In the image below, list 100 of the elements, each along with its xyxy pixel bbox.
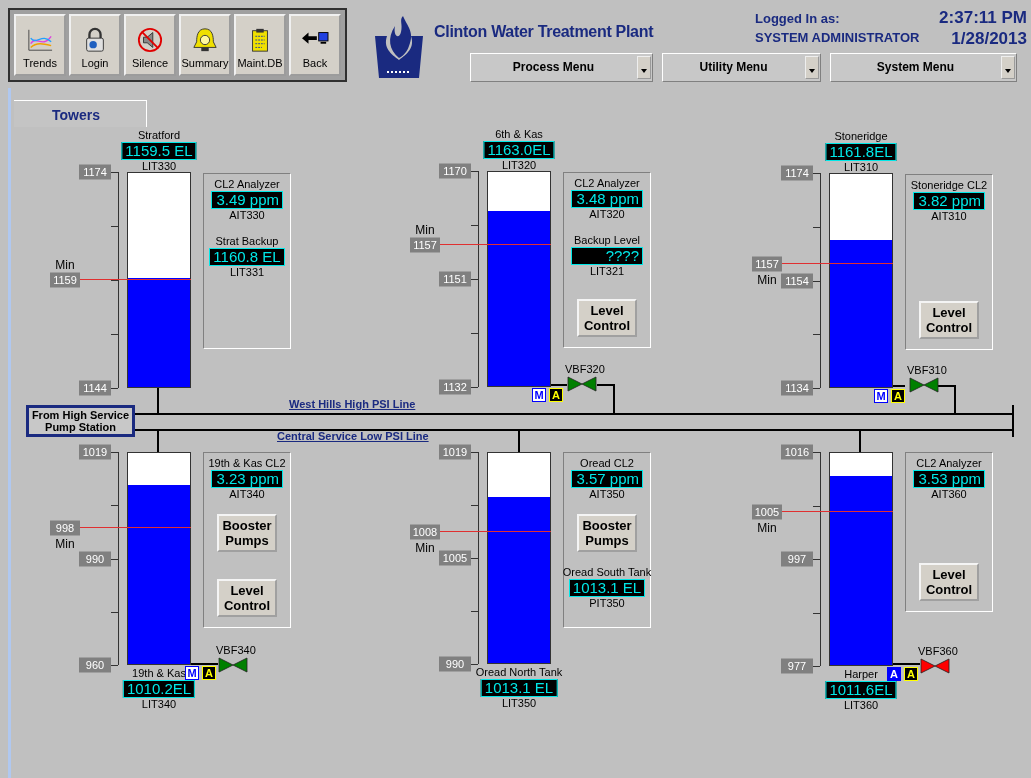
valve-icon[interactable] [920, 658, 950, 674]
tower-name: Stoneridge [834, 130, 888, 143]
level-reading: 1163.0EL [483, 141, 555, 159]
level-reading: 1010.2EL [122, 680, 196, 698]
minimum-label: Min [414, 541, 436, 556]
minimum-value: 1008 [410, 524, 440, 540]
tag-label: LIT350 [501, 697, 537, 709]
analyzer-reading: 3.82 ppm [913, 192, 985, 210]
level-reading: 1013.1 EL [480, 679, 558, 697]
tower-name: Harper [844, 668, 878, 681]
tag-label: LIT310 [843, 161, 879, 173]
tag-label: LIT330 [141, 160, 177, 172]
tower-name: 19th & Kas [132, 667, 186, 680]
pipeline-link[interactable]: Central Service Low PSI Line [277, 430, 429, 442]
tag-label: AIT310 [931, 210, 967, 222]
scale-label: 1154 [781, 273, 813, 288]
control-button[interactable]: Level Control [919, 563, 979, 601]
control-button[interactable]: Booster Pumps [577, 514, 637, 552]
minimum-label: Min [54, 536, 76, 551]
analyzer-reading: 3.49 ppm [211, 191, 283, 209]
tag-label: PIT350 [589, 597, 625, 609]
scale-label: 1174 [781, 165, 813, 181]
scale-label: 1134 [781, 380, 813, 396]
pipeline-link[interactable]: West Hills High PSI Line [289, 398, 416, 410]
toolbar-button[interactable]: Trends [14, 14, 66, 76]
tag-label: AIT330 [229, 209, 265, 221]
tag-label: LIT340 [141, 698, 177, 710]
scale-label: 1019 [79, 444, 111, 460]
mode-indicator: M [532, 388, 546, 402]
caret-icon [805, 56, 819, 79]
analyzer-reading: 3.57 ppm [571, 470, 643, 488]
toolbar-button[interactable]: Back [289, 14, 341, 76]
user-name: SYSTEM ADMINISTRATOR [755, 30, 920, 45]
trend-chart-icon [25, 27, 55, 53]
menu-dropdown[interactable]: Utility Menu [662, 53, 821, 82]
analyzer-label: Stoneridge CL2 [910, 179, 988, 192]
control-button[interactable]: Level Control [577, 299, 637, 337]
tag-label: AIT360 [931, 488, 967, 500]
analyzer-label: CL2 Analyzer [574, 177, 640, 190]
minimum-value: 1157 [752, 256, 782, 272]
valve-tag: VBF360 [918, 645, 958, 657]
mode-indicator: M [874, 389, 888, 403]
scale-label: 1005 [439, 550, 471, 566]
analyzer-reading: 1013.1 EL [568, 579, 646, 597]
mode-indicator: A [891, 389, 905, 403]
toolbar-button[interactable]: Maint.DB [234, 14, 286, 76]
caret-icon [1001, 56, 1015, 79]
minimum-label: Min [414, 222, 436, 237]
level-reading: 1161.8EL [825, 143, 897, 161]
valve-icon[interactable] [218, 657, 248, 673]
scale-label: 1144 [79, 380, 111, 396]
control-button[interactable]: Level Control [217, 579, 277, 617]
analyzer-reading: ???? [571, 247, 643, 265]
bell-icon [190, 27, 220, 53]
valve-tag: VBF340 [216, 644, 256, 656]
mode-indicator: A [549, 388, 563, 402]
analyzer-label: Backup Level [573, 234, 640, 247]
control-button[interactable]: Booster Pumps [217, 514, 277, 552]
scale-label: 1151 [439, 271, 471, 287]
analyzer-label: Oread South Tank [562, 566, 652, 579]
menu-dropdown[interactable]: System Menu [830, 53, 1017, 82]
minimum-value: 1157 [410, 237, 440, 253]
scale-label: 960 [79, 657, 111, 673]
tag-label: LIT331 [229, 266, 265, 278]
minimum-value: 998 [50, 520, 80, 536]
minimum-label: Min [756, 273, 778, 288]
pump-station-label[interactable]: From High Service Pump Station [26, 405, 135, 437]
current-date: 1/28/2013 [951, 29, 1027, 49]
tag-label: AIT320 [589, 208, 625, 220]
tag-label: LIT360 [843, 699, 879, 711]
scale-label: 1019 [439, 444, 471, 460]
analyzer-reading: 3.53 ppm [913, 470, 985, 488]
analyzer-label: Oread CL2 [580, 457, 634, 470]
valve-tag: VBF310 [907, 364, 947, 376]
level-reading: 1159.5 EL [121, 142, 197, 160]
analyzer-label: CL2 Analyzer [214, 178, 280, 191]
valve-icon[interactable] [909, 377, 939, 393]
toolbar-button[interactable]: Login [69, 14, 121, 76]
tower-name: 6th & Kas [495, 128, 543, 141]
caret-icon [637, 56, 651, 79]
scale-label: 990 [439, 656, 471, 672]
tag-label: LIT321 [589, 265, 625, 277]
muted-speaker-icon [135, 27, 165, 53]
valve-icon[interactable] [567, 376, 597, 392]
tower-name: Stratford [137, 129, 181, 142]
analyzer-reading: 1160.8 EL [209, 248, 285, 266]
control-button[interactable]: Level Control [919, 301, 979, 339]
valve-tag: VBF320 [565, 363, 605, 375]
analyzer-label: 19th & Kas CL2 [208, 457, 286, 470]
tag-label: AIT340 [229, 488, 265, 500]
analyzer-reading: 3.23 ppm [211, 470, 283, 488]
plant-title: Clinton Water Treatment Plant [434, 23, 654, 41]
mode-indicator: A [887, 667, 901, 681]
toolbar-button[interactable]: Silence [124, 14, 176, 76]
tab[interactable]: Towers [14, 100, 147, 127]
scale-label: 1174 [79, 164, 111, 180]
toolbar-button[interactable]: Summary [179, 14, 231, 76]
menu-dropdown[interactable]: Process Menu [470, 53, 653, 82]
scale-label: 977 [781, 658, 813, 674]
analyzer-label: Strat Backup [215, 235, 279, 248]
